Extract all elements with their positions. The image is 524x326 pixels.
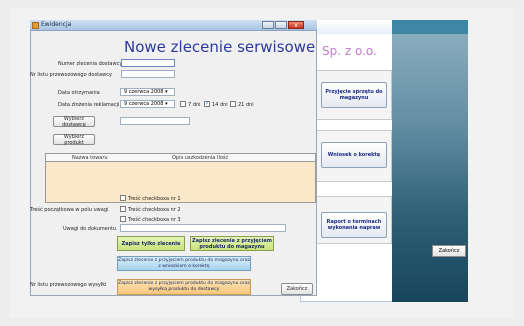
checkbox-2-label: Treść checkboxa nr 2 <box>128 207 181 213</box>
checkbox-1[interactable] <box>120 195 126 201</box>
window-title: Ewidencja <box>41 21 72 28</box>
uwagi-label: Uwagi do dokumentu <box>63 226 117 232</box>
nr-listu-label: Nr listu przewozowego dostawcy <box>30 72 112 78</box>
minimize-button[interactable] <box>262 21 274 29</box>
dostawca-field <box>120 117 190 125</box>
zakoncz-background-button[interactable]: Zakończ <box>432 245 466 257</box>
uwagi-input[interactable] <box>120 224 286 232</box>
checkbox-1-label: Treść checkboxa nr 1 <box>128 196 181 202</box>
numer-zlecenia-input[interactable] <box>121 59 175 67</box>
label-21-dni: 21 dni <box>238 102 254 108</box>
zapisz-tylko-button[interactable]: Zapisz tylko zlecenie <box>117 236 185 251</box>
checkbox-2[interactable] <box>120 206 126 212</box>
nr-listu-input[interactable] <box>121 70 175 78</box>
tresc-poczatkowa-label: Treść początkowa w polu uwagi <box>30 207 109 213</box>
wybierz-dostawce-button[interactable]: Wybierz dostawcę <box>53 116 95 128</box>
checkbox-3-label: Treść checkboxa nr 3 <box>128 217 181 223</box>
data-zlozenia-picker[interactable]: 9 czerwca 2008 ▾ <box>120 100 175 108</box>
nr-listu-wysylki-label: Nr listu przewozowego wysyłki <box>30 282 107 288</box>
raport-button[interactable]: Raport o terminach wykonania napraw <box>321 212 387 238</box>
company-name: Sp. z o.o. <box>322 44 377 58</box>
label-14-dni: 14 dni <box>212 102 228 108</box>
data-otrzymania-label: Data otrzymania <box>58 90 100 96</box>
data-otrzymania-picker[interactable]: 9 czerwca 2008 ▾ <box>120 88 175 96</box>
checkbox-14-dni[interactable]: ✓ <box>204 101 210 107</box>
desktop-background <box>392 20 468 302</box>
wybierz-produkt-button[interactable]: Wybierz produkt <box>53 134 95 146</box>
zapisz-wnioskiem-button[interactable]: Zapisz zlecenie z przyjęciem produktu do… <box>117 256 251 271</box>
label-7-dni: 7 dni <box>188 102 201 108</box>
column-opis-uszkodzenia: Opis uszkodzenia <box>172 155 216 161</box>
column-ilosc: Ilość <box>217 155 229 161</box>
maximize-button[interactable] <box>275 21 287 29</box>
column-nazwa-towaru: Nazwa towaru <box>72 155 108 161</box>
desktop-titlebar <box>392 20 468 34</box>
checkbox-3[interactable] <box>120 216 126 222</box>
checkbox-21-dni[interactable] <box>230 101 236 107</box>
page-title: Nowe zlecenie serwisowe <box>124 38 316 56</box>
app-icon <box>32 22 39 29</box>
checkbox-7-dni[interactable] <box>180 101 186 107</box>
wniosek-button[interactable]: Wniosek o korektę <box>321 142 387 168</box>
zapisz-przyjeciem-button[interactable]: Zapisz zlecenie z przyjęciem produktu do… <box>190 236 274 251</box>
numer-zlecenia-label: Numer zlecenia dostawcy <box>58 61 123 67</box>
close-icon: x <box>294 22 298 29</box>
przyjecie-button[interactable]: Przyjęcie sprzętu do magazynu <box>321 82 387 108</box>
zakoncz-button[interactable]: Zakończ <box>281 283 313 295</box>
close-button[interactable]: x <box>288 21 304 29</box>
data-zlozenia-label: Data złożenia reklamacji <box>58 102 120 108</box>
zapisz-wysylka-button[interactable]: Zapisz zlecenie z przyjęciem produktu do… <box>117 279 251 295</box>
